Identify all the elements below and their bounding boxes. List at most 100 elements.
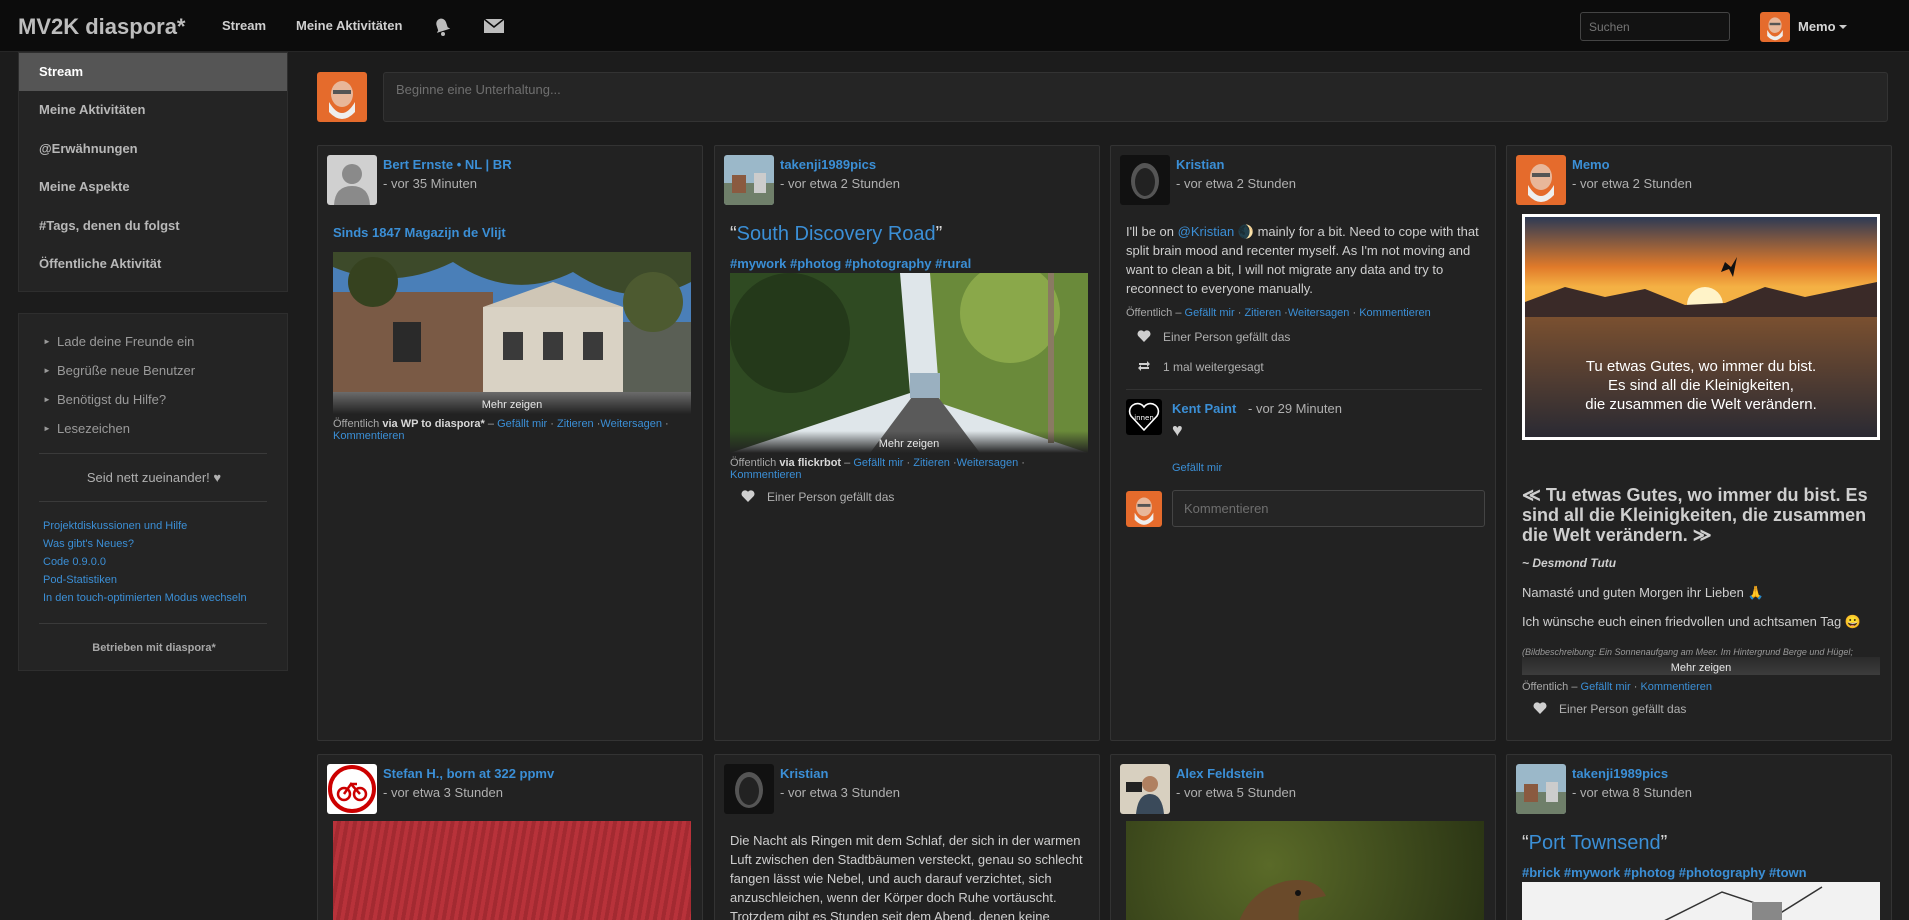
reshares-row[interactable]: 1 mal weitergesagt (1137, 360, 1264, 374)
author-name[interactable]: takenji1989pics (780, 157, 876, 172)
comment-link[interactable]: Kommentieren (1359, 307, 1431, 319)
sidebar-item-mentions[interactable]: @Erwähnungen (19, 130, 287, 168)
commenter-avatar[interactable]: innen (1126, 399, 1162, 435)
top-navbar: MV2K diaspora* Stream Meine Aktivitäten … (0, 0, 1909, 52)
post-title[interactable]: “South Discovery Road” (730, 223, 942, 246)
reshare-icon (1138, 361, 1150, 371)
post-timestamp[interactable]: - vor etwa 2 Stunden (1176, 176, 1296, 191)
author-avatar[interactable] (1120, 155, 1170, 205)
search-input[interactable] (1580, 12, 1730, 41)
user-avatar[interactable] (1760, 12, 1790, 42)
show-more-button[interactable]: Mehr zeigen (333, 399, 691, 411)
invite-friends-link[interactable]: Lade deine Freunde ein (43, 334, 194, 349)
comment-link[interactable]: Kommentieren (1640, 681, 1712, 693)
post-image-road[interactable] (730, 273, 1088, 453)
nav-my-activity[interactable]: Meine Aktivitäten (296, 18, 402, 33)
sidebar-item-aspects[interactable]: Meine Aspekte (19, 168, 287, 206)
sidebar-item-public-activity[interactable]: Öffentliche Aktivität (19, 245, 287, 283)
quote-link[interactable]: Zitieren (1244, 307, 1281, 319)
publisher-input[interactable]: Beginne eine Unterhaltung... (383, 72, 1888, 122)
bookmarks-link[interactable]: Lesezeichen (43, 421, 130, 436)
post-timestamp[interactable]: - vor etwa 2 Stunden (780, 176, 900, 191)
comment-timestamp[interactable]: - vor 29 Minuten (1248, 401, 1342, 416)
post-timestamp[interactable]: - vor etwa 3 Stunden (780, 785, 900, 800)
comment-like-link[interactable]: Gefällt mir (1172, 462, 1222, 474)
author-name[interactable]: takenji1989pics (1572, 766, 1668, 781)
reshare-link[interactable]: Weitersagen (957, 457, 1019, 469)
author-name[interactable]: Memo (1572, 157, 1610, 172)
like-link[interactable]: Gefällt mir (853, 457, 903, 469)
powered-by-text[interactable]: Betrieben mit diaspora* (19, 642, 289, 654)
quote-link[interactable]: Zitieren (913, 457, 950, 469)
post-link-title[interactable]: Sinds 1847 Magazijn de Vlijt (333, 225, 506, 240)
author-avatar[interactable] (724, 764, 774, 814)
author-name[interactable]: Kristian (1176, 157, 1224, 172)
author-name[interactable]: Alex Feldstein (1176, 766, 1264, 781)
show-more-button[interactable]: Mehr zeigen (730, 438, 1088, 450)
likes-row[interactable]: Einer Person gefällt das (1137, 330, 1290, 344)
author-avatar[interactable] (327, 764, 377, 814)
likes-row[interactable]: Einer Person gefällt das (1533, 702, 1686, 716)
post-timestamp[interactable]: - vor etwa 5 Stunden (1176, 785, 1296, 800)
post-image-sunrise[interactable]: Tu etwas Gutes, wo immer du bist. Es sind… (1522, 214, 1880, 440)
author-avatar[interactable] (1516, 155, 1566, 205)
post-timestamp[interactable]: - vor etwa 2 Stunden (1572, 176, 1692, 191)
like-link[interactable]: Gefällt mir (1581, 681, 1631, 693)
post-card: Alex Feldstein - vor etwa 5 Stunden (1110, 754, 1496, 920)
post-quote: ≪ Tu etwas Gutes, wo immer du bist. Es s… (1522, 485, 1868, 545)
quote-link[interactable]: Zitieren (557, 418, 594, 430)
post-image-bird[interactable] (1126, 821, 1484, 920)
post-image-town[interactable] (1522, 882, 1880, 920)
post-hashtags[interactable]: #brick #mywork #photog #photography #tow… (1522, 865, 1807, 880)
help-link[interactable]: Benötigst du Hilfe? (43, 392, 166, 407)
whats-new-link[interactable]: Was gibt's Neues? (43, 538, 134, 550)
comment-input[interactable]: Kommentieren (1172, 490, 1485, 527)
post-timestamp[interactable]: - vor 35 Minuten (383, 176, 477, 191)
author-name[interactable]: Kristian (780, 766, 828, 781)
post-card: Stefan H., born at 322 ppmv - vor etwa 3… (317, 754, 703, 920)
chevron-down-icon[interactable] (1839, 25, 1847, 29)
post-card: Kristian - vor etwa 2 Stunden I'll be on… (1110, 145, 1496, 741)
divider (39, 623, 267, 624)
post-body: I'll be on @Kristian 🌒 mainly for a bit.… (1126, 224, 1479, 296)
author-avatar[interactable] (724, 155, 774, 205)
sidebar-item-my-activity[interactable]: Meine Aktivitäten (19, 91, 287, 129)
comment-link[interactable]: Kommentieren (730, 469, 802, 481)
messages-envelope-icon[interactable] (483, 16, 505, 36)
post-timestamp[interactable]: - vor etwa 8 Stunden (1572, 785, 1692, 800)
author-avatar[interactable] (1120, 764, 1170, 814)
show-more-button[interactable]: Mehr zeigen (1522, 662, 1880, 674)
post-title[interactable]: “Port Townsend” (1522, 832, 1667, 855)
publisher-avatar[interactable] (317, 72, 367, 122)
touch-mode-link[interactable]: In den touch-optimierten Modus wechseln (43, 592, 247, 604)
author-name[interactable]: Bert Ernste • NL | BR (383, 157, 512, 172)
like-link[interactable]: Gefällt mir (1185, 307, 1235, 319)
author-avatar[interactable] (1516, 764, 1566, 814)
mention-link[interactable]: @Kristian (1178, 224, 1235, 239)
author-avatar[interactable] (327, 155, 377, 205)
post-image-red-fabric[interactable] (333, 821, 691, 920)
comment-author[interactable]: Kent Paint (1172, 401, 1236, 416)
pod-statistics-link[interactable]: Pod-Statistiken (43, 574, 117, 586)
author-name[interactable]: Stefan H., born at 322 ppmv (383, 766, 554, 781)
sidebar-item-stream[interactable]: Stream (19, 53, 287, 91)
project-discussion-link[interactable]: Projektdiskussionen und Hilfe (43, 520, 187, 532)
user-menu-name[interactable]: Memo (1798, 19, 1836, 34)
sidebar-item-followed-tags[interactable]: #Tags, denen du folgst (19, 207, 287, 245)
likes-row[interactable]: Einer Person gefällt das (741, 490, 894, 504)
code-version-link[interactable]: Code 0.9.0.0 (43, 556, 106, 568)
brand-logo[interactable]: MV2K diaspora* (18, 14, 186, 40)
svg-text:innen: innen (1134, 414, 1154, 422)
comment-link[interactable]: Kommentieren (333, 430, 405, 442)
welcome-users-link[interactable]: Begrüße neue Benutzer (43, 363, 195, 378)
nav-stream[interactable]: Stream (222, 18, 266, 33)
like-link[interactable]: Gefällt mir (497, 418, 547, 430)
reshare-link[interactable]: Weitersagen (600, 418, 662, 430)
post-image-building[interactable] (333, 252, 691, 414)
reshare-link[interactable]: Weitersagen (1288, 307, 1350, 319)
sidebar-nav: Stream Meine Aktivitäten @Erwähnungen Me… (18, 52, 288, 292)
notifications-bell-icon[interactable] (431, 16, 453, 36)
post-timestamp[interactable]: - vor etwa 3 Stunden (383, 785, 503, 800)
post-hashtags[interactable]: #mywork #photog #photography #rural (730, 256, 971, 271)
heart-icon (1137, 330, 1151, 342)
